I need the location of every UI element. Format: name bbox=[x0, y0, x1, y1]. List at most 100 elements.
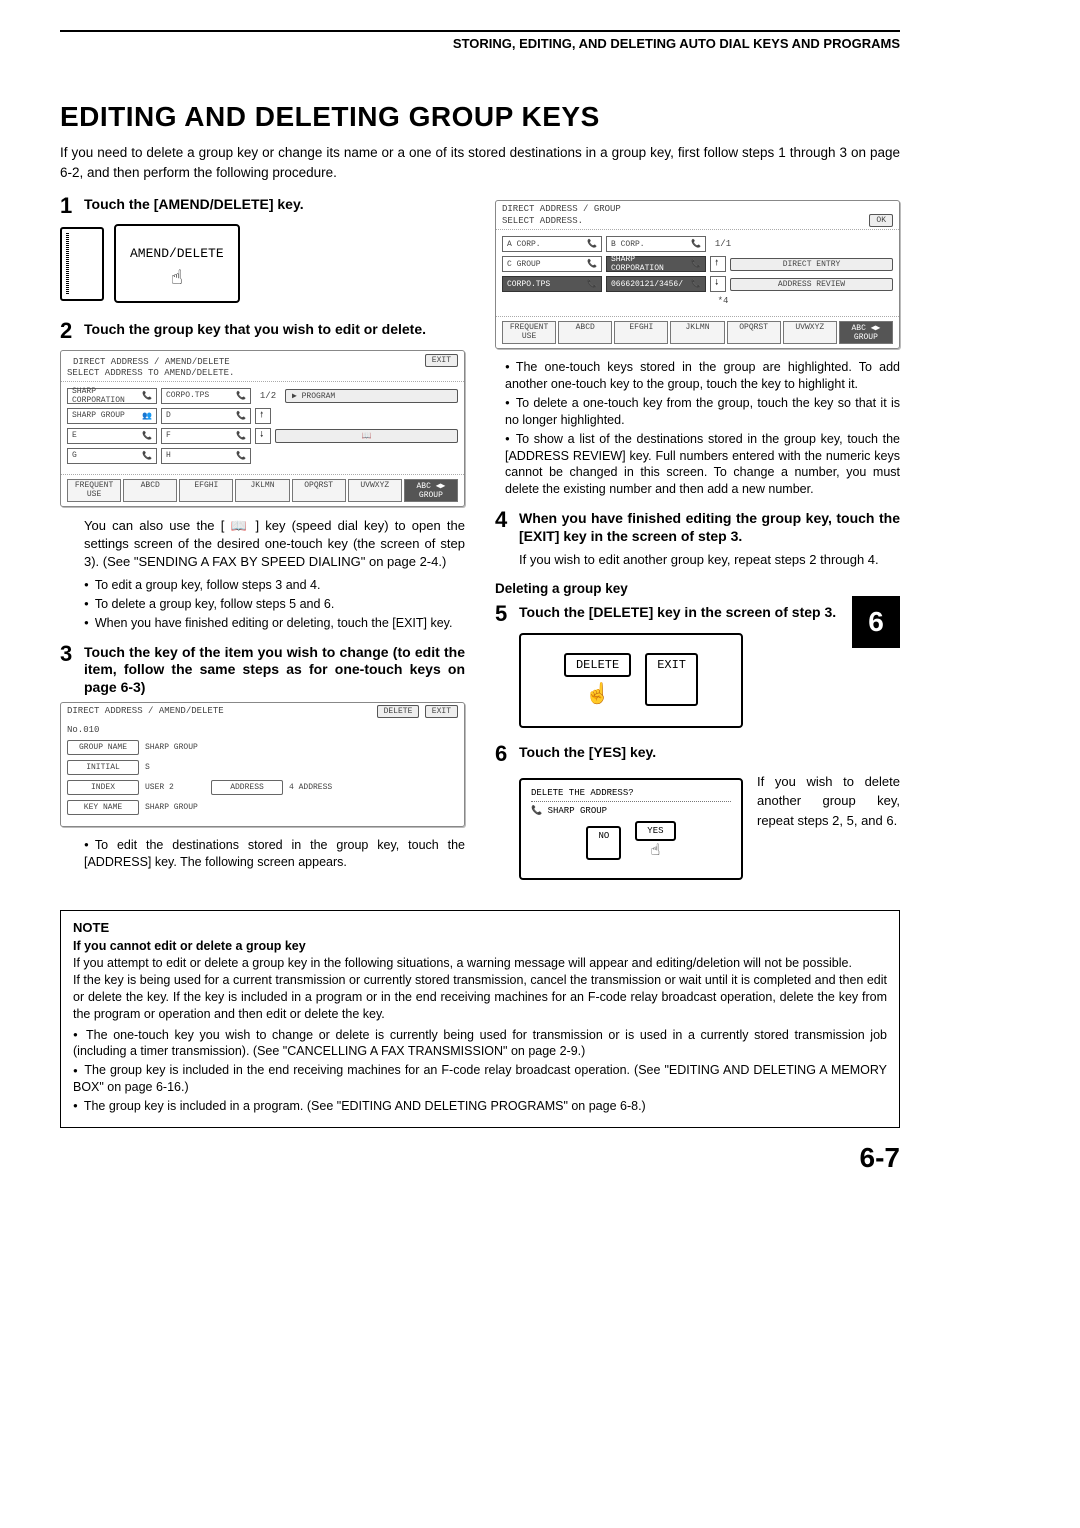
index-tab[interactable]: ABCD bbox=[123, 479, 177, 502]
address-cell[interactable]: G bbox=[67, 448, 157, 464]
amend-delete-key[interactable]: AMEND/DELETE ☝ bbox=[114, 224, 240, 303]
address-cell[interactable]: H bbox=[161, 448, 251, 464]
index-tab[interactable]: EFGHI bbox=[179, 479, 233, 502]
key-name-value: SHARP GROUP bbox=[145, 803, 198, 812]
touch-hand-icon: ☝ bbox=[564, 681, 631, 706]
index-tab-group[interactable]: ABC ◀▶ GROUP bbox=[839, 321, 893, 344]
step1-number: 1 bbox=[60, 194, 84, 218]
step1-title: Touch the [AMEND/DELETE] key. bbox=[84, 194, 304, 218]
note-subtitle: If you cannot edit or delete a group key bbox=[73, 938, 887, 955]
step3-screen-panel: DIRECT ADDRESS / AMEND/DELETE DELETE EXI… bbox=[60, 702, 465, 827]
program-button[interactable]: ▶ PROGRAM bbox=[285, 389, 458, 403]
page-indicator: 1/1 bbox=[710, 239, 736, 249]
yes-button[interactable]: YES bbox=[635, 821, 675, 841]
bullet-item: When you have finished editing or deleti… bbox=[84, 615, 465, 632]
step3-title: Touch the key of the item you wish to ch… bbox=[84, 642, 465, 697]
delete-key[interactable]: DELETE bbox=[564, 653, 631, 677]
index-tab[interactable]: JKLMN bbox=[670, 321, 724, 344]
address-cell-selected[interactable]: 066620121/3456/ bbox=[606, 276, 706, 292]
note-p1: If you attempt to edit or delete a group… bbox=[73, 955, 887, 972]
group-panel-subtitle: SELECT ADDRESS. bbox=[502, 216, 583, 226]
bullet-item: To delete a group key, follow steps 5 an… bbox=[84, 596, 465, 613]
bullet-item: To edit the destinations stored in the g… bbox=[84, 837, 465, 871]
confirm-group-name: SHARP GROUP bbox=[548, 806, 607, 816]
scroll-up-button[interactable]: 🠕 bbox=[255, 408, 271, 424]
step6-number: 6 bbox=[495, 742, 519, 766]
confirm-question: DELETE THE ADDRESS? bbox=[531, 788, 731, 802]
bullet-item: The one-touch keys stored in the group a… bbox=[505, 359, 900, 393]
delete-button[interactable]: DELETE bbox=[377, 705, 420, 718]
address-cell[interactable]: A CORP. bbox=[502, 236, 602, 252]
address-cell[interactable]: D bbox=[161, 408, 251, 424]
exit-key[interactable]: EXIT bbox=[645, 653, 698, 706]
confirm-dialog: DELETE THE ADDRESS? 📞 SHARP GROUP NO YES… bbox=[519, 778, 743, 880]
address-button[interactable]: ADDRESS bbox=[211, 780, 283, 795]
direct-entry-button[interactable]: DIRECT ENTRY bbox=[730, 258, 893, 271]
address-cell[interactable]: B CORP. bbox=[606, 236, 706, 252]
page-indicator: 1/2 bbox=[255, 391, 281, 401]
group-name-value: SHARP GROUP bbox=[145, 743, 198, 752]
key-name-button[interactable]: KEY NAME bbox=[67, 800, 139, 815]
step4-title: When you have finished editing the group… bbox=[519, 508, 900, 545]
bullet-item: To show a list of the destinations store… bbox=[505, 431, 900, 499]
index-tab[interactable]: UVWXYZ bbox=[783, 321, 837, 344]
touch-hand-icon: ☝ bbox=[635, 840, 675, 860]
speed-dial-button[interactable]: 📖 bbox=[275, 429, 458, 443]
exit-button[interactable]: EXIT bbox=[425, 354, 458, 367]
page-number: 6-7 bbox=[60, 1142, 900, 1174]
initial-value: S bbox=[145, 763, 150, 772]
index-tab-group[interactable]: ABC ◀▶ GROUP bbox=[404, 479, 458, 502]
scroll-down-button[interactable]: 🠗 bbox=[255, 428, 271, 444]
initial-button[interactable]: INITIAL bbox=[67, 760, 139, 775]
step6-side-text: If you wish to delete another group key,… bbox=[757, 772, 900, 831]
address-cell-selected[interactable]: SHARP CORPORATION bbox=[606, 256, 706, 272]
scroll-up-button[interactable]: 🠕 bbox=[710, 256, 726, 272]
group-panel-title: DIRECT ADDRESS / GROUP bbox=[502, 204, 621, 214]
entry-number: No.010 bbox=[67, 725, 99, 735]
address-cell[interactable]: CORPO.TPS bbox=[161, 388, 251, 404]
step2-panel-title: DIRECT ADDRESS / AMEND/DELETE bbox=[67, 354, 236, 368]
index-tab[interactable]: FREQUENT USE bbox=[502, 321, 556, 344]
index-tab[interactable]: JKLMN bbox=[235, 479, 289, 502]
index-tab[interactable]: OPQRST bbox=[292, 479, 346, 502]
address-cell[interactable]: E bbox=[67, 428, 157, 444]
address-cell[interactable]: C GROUP bbox=[502, 256, 602, 272]
chapter-tab: 6 bbox=[852, 596, 900, 648]
step2-number: 2 bbox=[60, 319, 84, 343]
address-cell[interactable]: F bbox=[161, 428, 251, 444]
step3-number: 3 bbox=[60, 642, 84, 697]
delete-exit-illustration: DELETE ☝ EXIT bbox=[519, 633, 743, 728]
note-bullet: The one-touch key you wish to change or … bbox=[73, 1027, 887, 1061]
index-value: USER 2 bbox=[145, 783, 205, 792]
address-cell[interactable]: SHARP GROUP bbox=[67, 408, 157, 424]
group-select-panel: DIRECT ADDRESS / GROUP SELECT ADDRESS. O… bbox=[495, 200, 900, 349]
note-bullet: The group key is included in the end rec… bbox=[73, 1062, 887, 1096]
note-box: NOTE If you cannot edit or delete a grou… bbox=[60, 910, 900, 1128]
step3-panel-title: DIRECT ADDRESS / AMEND/DELETE bbox=[67, 706, 224, 716]
ok-button[interactable]: OK bbox=[869, 214, 893, 227]
index-button[interactable]: INDEX bbox=[67, 780, 139, 795]
scroll-down-button[interactable]: 🠗 bbox=[710, 276, 726, 292]
address-review-button[interactable]: ADDRESS REVIEW bbox=[730, 278, 893, 291]
address-value: 4 ADDRESS bbox=[289, 783, 332, 792]
index-tab[interactable]: OPQRST bbox=[727, 321, 781, 344]
no-button[interactable]: NO bbox=[586, 826, 621, 860]
index-tab[interactable]: FREQUENT USE bbox=[67, 479, 121, 502]
exit-button[interactable]: EXIT bbox=[425, 705, 458, 718]
index-tab[interactable]: UVWXYZ bbox=[348, 479, 402, 502]
note-bullet: The group key is included in a program. … bbox=[73, 1098, 887, 1115]
bullet-item: To edit a group key, follow steps 3 and … bbox=[84, 577, 465, 594]
step2-panel-subtitle: SELECT ADDRESS TO AMEND/DELETE. bbox=[61, 368, 464, 382]
page-header: STORING, EDITING, AND DELETING AUTO DIAL… bbox=[60, 30, 900, 51]
page-title: EDITING AND DELETING GROUP KEYS bbox=[60, 101, 900, 133]
index-tab[interactable]: EFGHI bbox=[614, 321, 668, 344]
step6-title: Touch the [YES] key. bbox=[519, 742, 656, 766]
group-name-button[interactable]: GROUP NAME bbox=[67, 740, 139, 755]
index-tab[interactable]: ABCD bbox=[558, 321, 612, 344]
note-p2: If the key is being used for a current t… bbox=[73, 972, 887, 1023]
address-cell-selected[interactable]: CORPO.TPS bbox=[502, 276, 602, 292]
step2-title: Touch the group key that you wish to edi… bbox=[84, 319, 426, 343]
address-cell[interactable]: SHARP CORPORATION bbox=[67, 388, 157, 404]
step2-subtext: You can also use the [ 📖 ] key (speed di… bbox=[84, 517, 465, 572]
star-note: *4 bbox=[710, 296, 736, 306]
